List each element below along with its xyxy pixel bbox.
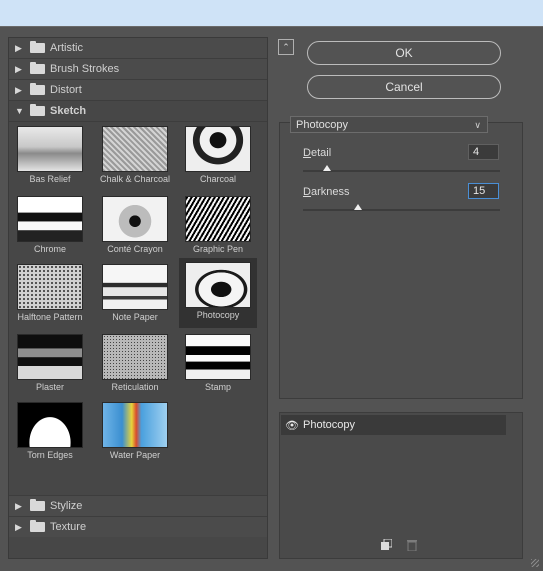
darkness-slider-track[interactable] [303,209,500,211]
thumbnail-image [185,196,251,242]
thumbnail-image [102,264,168,310]
effect-layer-row[interactable]: 👁 Photocopy [281,415,506,435]
folder-icon [30,104,45,116]
filter-gallery-panel: ▶ Artistic ▶ Brush Strokes ▶ Distort ▼ S… [8,37,268,559]
thumbnail-halftone-pattern[interactable]: Halftone Pattern [11,260,89,328]
category-brush-strokes[interactable]: ▶ Brush Strokes [9,59,267,80]
effect-layer-label: Photocopy [303,419,355,431]
darkness-label: Darkness [303,186,350,198]
thumbnail-label: Water Paper [109,450,161,460]
resize-grip[interactable] [531,559,539,567]
thumbnail-image [185,262,251,308]
thumbnail-label: Plaster [35,382,64,392]
expand-triangle-icon: ▶ [15,85,22,95]
effect-layers-panel: 👁 Photocopy [279,412,523,559]
collapse-triangle-icon: ▼ [15,106,24,116]
thumbnail-label: Charcoal [199,174,237,184]
thumbnail-chrome[interactable]: Chrome [11,192,89,260]
category-artistic[interactable]: ▶ Artistic [9,38,267,59]
thumbnail-label: Torn Edges [27,450,73,460]
thumbnail-photocopy[interactable]: Photocopy [179,258,257,328]
filter-select[interactable]: Photocopy ∨ [290,116,488,133]
thumbnail-image [185,334,251,380]
thumbnail-image [102,126,168,172]
thumbnail-label: Photocopy [196,310,240,320]
category-label: Texture [50,521,87,533]
cancel-button[interactable]: Cancel [307,75,501,99]
expand-triangle-icon: ▶ [15,501,22,511]
detail-input[interactable]: 4 [468,144,499,160]
thumbnail-image [102,196,168,242]
detail-slider-track[interactable] [303,170,500,172]
category-label: Sketch [50,105,87,117]
thumbnail-chalk-charcoal[interactable]: Chalk & Charcoal [96,122,174,190]
filter-gallery-dialog: ▶ Artistic ▶ Brush Strokes ▶ Distort ▼ S… [0,26,543,571]
category-label: Distort [50,84,82,96]
thumbnail-image [17,334,83,380]
thumbnail-plaster[interactable]: Plaster [11,330,89,398]
thumbnail-conte-crayon[interactable]: Conté Crayon [96,192,174,260]
ok-button[interactable]: OK [307,41,501,65]
folder-icon [30,62,45,74]
thumbnail-charcoal[interactable]: Charcoal [179,122,257,190]
thumbnail-label: Chalk & Charcoal [99,174,171,184]
thumbnail-torn-edges[interactable]: Torn Edges [11,398,89,466]
new-effect-layer-icon[interactable] [380,538,393,554]
folder-icon [30,499,45,511]
filter-settings-panel [279,122,523,399]
collapse-gallery-icon[interactable]: ⌃ [278,39,294,55]
thumbnail-label: Conté Crayon [107,244,163,254]
thumbnail-label: Graphic Pen [192,244,244,254]
thumbnail-stamp[interactable]: Stamp [179,330,257,398]
expand-triangle-icon: ▶ [15,64,22,74]
trash-icon[interactable] [406,539,418,554]
thumbnail-image [102,334,168,380]
filter-select-value: Photocopy [296,119,348,131]
thumbnail-bas-relief[interactable]: Bas Relief [11,122,89,190]
expand-triangle-icon: ▶ [15,522,22,532]
thumbnail-label: Chrome [33,244,66,254]
category-stylize[interactable]: ▶ Stylize [9,495,267,516]
thumbnail-image [17,196,83,242]
category-texture[interactable]: ▶ Texture [9,516,267,537]
thumbnail-image [17,126,83,172]
thumbnail-image [17,264,83,310]
category-label: Stylize [50,500,83,512]
category-label: Artistic [50,42,83,54]
thumbnail-graphic-pen[interactable]: Graphic Pen [179,192,257,260]
detail-slider-handle[interactable] [322,165,331,171]
thumbnail-label: Bas Relief [29,174,71,184]
sketch-thumbnails: Bas Relief Chalk & Charcoal Charcoal Chr… [9,122,267,467]
thumbnail-label: Stamp [204,382,231,392]
lower-categories: ▶ Stylize ▶ Texture [9,495,267,537]
folder-icon [30,83,45,95]
thumbnail-note-paper[interactable]: Note Paper [96,260,174,328]
thumbnail-image [102,402,168,448]
thumbnail-label: Note Paper [112,312,158,322]
thumbnail-image [185,126,251,172]
thumbnail-label: Halftone Pattern [17,312,83,322]
thumbnail-image [17,402,83,448]
folder-icon [30,41,45,53]
category-label: Brush Strokes [50,63,120,75]
folder-icon [30,520,45,532]
thumbnail-reticulation[interactable]: Reticulation [96,330,174,398]
category-distort[interactable]: ▶ Distort [9,80,267,101]
darkness-slider-handle[interactable] [354,204,363,210]
darkness-input[interactable]: 15 [468,183,499,199]
chevron-down-icon: ∨ [474,120,481,130]
thumbnail-label: Reticulation [111,382,159,392]
thumbnail-water-paper[interactable]: Water Paper [96,398,174,466]
expand-triangle-icon: ▶ [15,43,22,53]
eye-icon[interactable]: 👁 [281,419,303,432]
category-sketch[interactable]: ▼ Sketch [9,101,267,122]
detail-label: Detail [303,147,332,159]
